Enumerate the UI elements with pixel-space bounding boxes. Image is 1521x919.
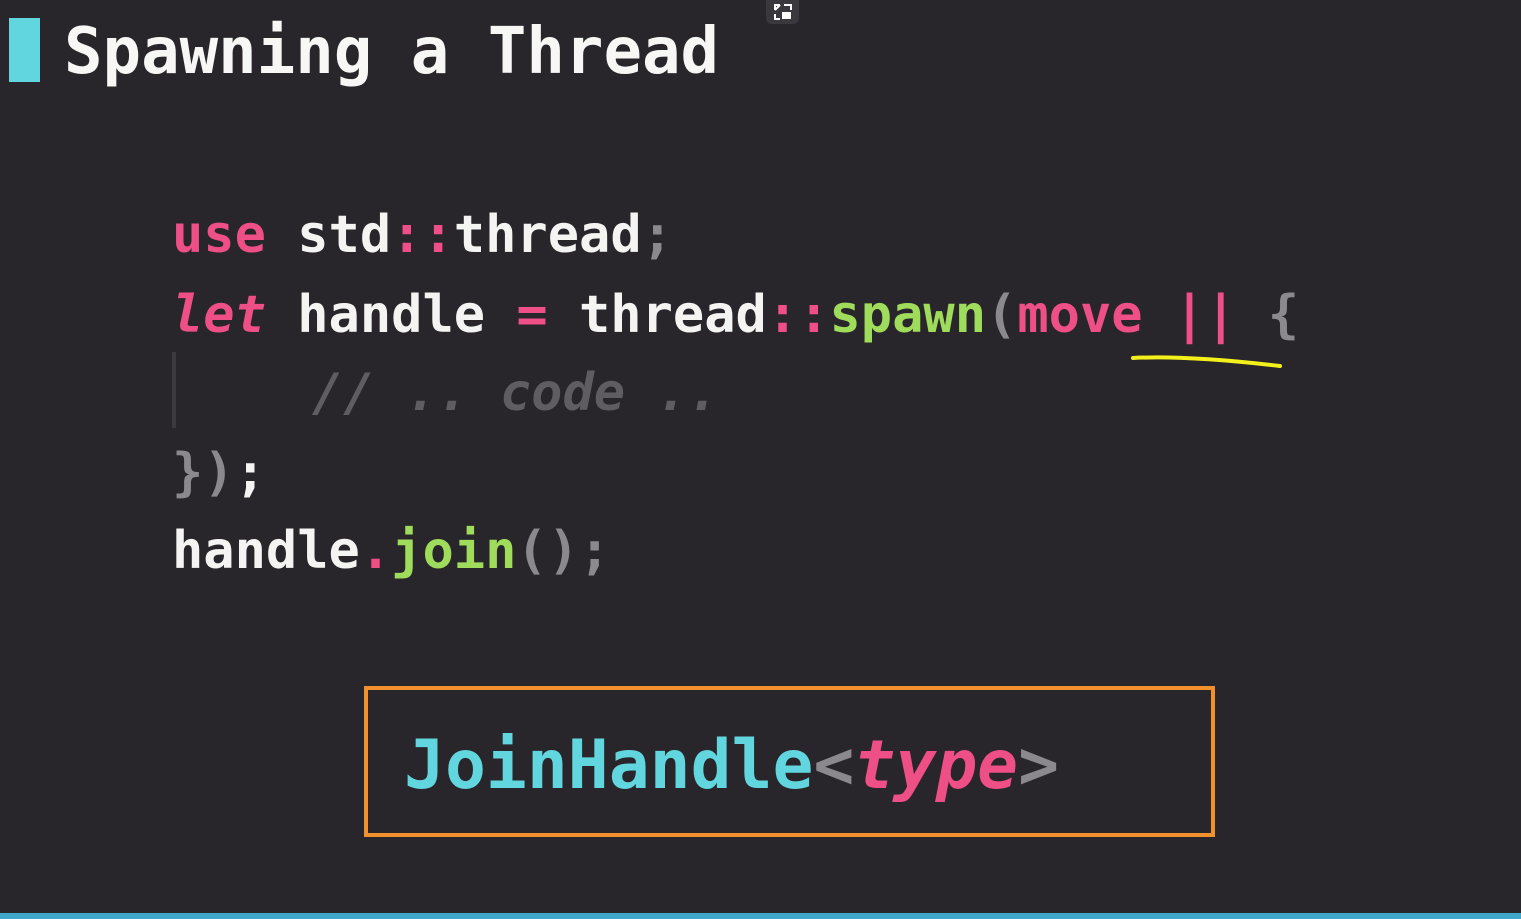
exit-fullscreen-icon[interactable] [766,0,799,24]
semicolon: ; [234,443,266,503]
closure-pipes: || [1142,285,1268,345]
open-brace: { [1267,285,1300,345]
code-line-join: handle.join(); [172,520,610,582]
function-spawn: spawn [829,285,987,345]
type-name: JoinHandle [404,726,814,805]
path-std: std [265,205,392,265]
annotation-underline [1131,355,1282,368]
dot-operator: . [359,521,392,581]
angle-close: > [1018,726,1060,805]
code-comment: // .. code .. [312,363,719,423]
variable-handle: handle [172,521,360,581]
bottom-progress-bar [0,913,1521,919]
module-thread: thread [453,205,642,265]
code-line-use: use std::thread; [172,204,673,266]
type-parameter: type [854,726,1019,805]
title-accent-bar [9,18,40,82]
code-line-close: }); [172,442,266,504]
path-separator: :: [391,205,454,265]
angle-open: < [813,726,855,805]
keyword-move: move [1017,285,1143,345]
keyword-let: let [172,285,266,345]
slide-title: Spawning a Thread [64,15,720,89]
semicolon: ; [641,205,673,265]
semicolon: ; [579,521,611,581]
path-separator: :: [766,285,830,345]
function-join: join [391,521,517,581]
variable-handle: handle [265,285,517,345]
keyword-use: use [172,205,266,265]
call-parens: () [516,521,580,581]
module-thread: thread [547,285,767,345]
code-line-let: let handle = thread::spawn(move || { [172,284,1299,346]
open-paren: ( [986,285,1018,345]
close-brace-paren: }) [172,443,235,503]
assign-operator: = [516,285,548,345]
type-label: JoinHandle<type> [404,728,1059,804]
